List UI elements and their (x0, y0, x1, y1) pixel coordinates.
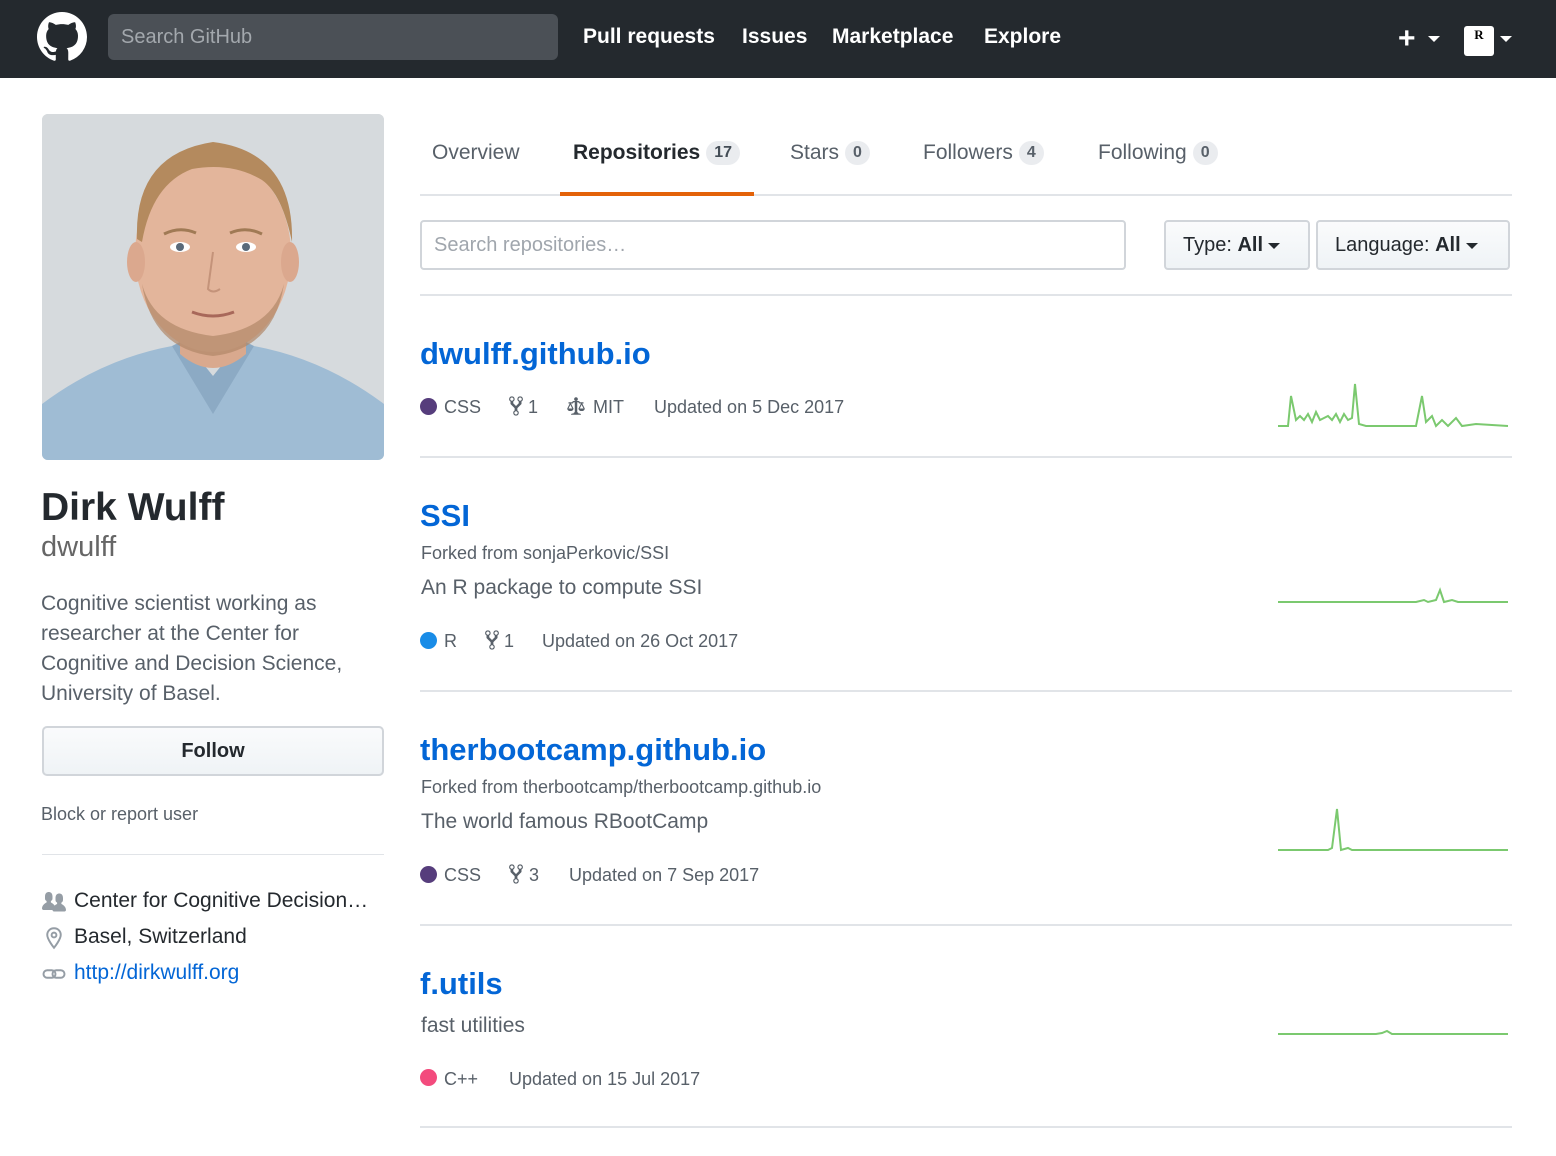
fork-icon[interactable] (507, 863, 525, 885)
tab-counter: 17 (706, 141, 740, 166)
repo-name-link[interactable]: dwulff.github.io (420, 336, 651, 372)
nav-issues[interactable]: Issues (742, 0, 807, 74)
repo-language: R (444, 631, 457, 651)
chevron-down-icon (1268, 242, 1281, 249)
repo-license: MIT (593, 397, 624, 417)
repo-name-link[interactable]: SSI (420, 498, 470, 534)
profile-website: http://dirkwulff.org (42, 958, 302, 988)
link-icon (42, 969, 66, 979)
type-filter-value: All (1237, 234, 1264, 256)
language-filter-label: Language: (1335, 234, 1430, 256)
avatar-text: R (1474, 27, 1484, 42)
divider (420, 1126, 1512, 1128)
profile-organization: Center for Cognitive Decision… (42, 886, 386, 916)
fork-count[interactable]: 3 (529, 863, 539, 887)
fork-icon[interactable] (483, 629, 501, 651)
forked-from-text[interactable]: Forked from therbootcamp/therbootcamp.gi… (421, 777, 821, 798)
profile-bio: Cognitive scientist working as researche… (41, 592, 343, 705)
create-new-icon[interactable]: + (1398, 24, 1416, 54)
tab-counter: 0 (845, 141, 870, 166)
tab-repositories[interactable]: Repositories 17 (573, 138, 740, 168)
tab-label: Overview (432, 141, 520, 164)
tab-following[interactable]: Following 0 (1098, 138, 1218, 168)
tab-counter: 4 (1018, 141, 1044, 166)
activity-sparkline (1278, 808, 1508, 852)
nav-marketplace[interactable]: Marketplace (832, 0, 953, 74)
follow-button[interactable]: Follow (42, 726, 384, 776)
location-pin-icon (46, 927, 62, 950)
tab-label: Following (1098, 141, 1187, 164)
github-logo-icon[interactable] (37, 12, 87, 62)
divider (420, 690, 1512, 692)
repo-updated: Updated on 5 Dec 2017 (654, 397, 845, 417)
nav-pull-requests[interactable]: Pull requests (583, 0, 715, 74)
repo-language: CSS (444, 865, 482, 885)
repo-description: fast utilities (421, 1014, 525, 1037)
tab-label: Stars (790, 141, 840, 164)
repo-name-link[interactable]: f.utils (420, 966, 503, 1002)
profile-fullname: Dirk Wulff (41, 486, 225, 529)
language-color-dot (420, 1069, 437, 1086)
website-link[interactable]: http://dirkwulff.org (74, 958, 239, 988)
user-avatar-menu[interactable]: R (1464, 26, 1494, 56)
language-color-dot (420, 632, 437, 649)
language-color-dot (420, 398, 437, 415)
repo-description: The world famous RBootCamp (421, 810, 709, 833)
repo-updated: Updated on 15 Jul 2017 (509, 1069, 701, 1089)
chevron-down-icon[interactable] (1500, 36, 1512, 42)
nav-explore[interactable]: Explore (984, 0, 1061, 74)
fork-icon[interactable] (507, 395, 525, 417)
tab-stars[interactable]: Stars 0 (790, 138, 870, 168)
organization-text: Center for Cognitive Decision… (74, 889, 369, 912)
chevron-down-icon[interactable] (1428, 36, 1440, 42)
language-color-dot (420, 866, 437, 883)
tab-label: Repositories (573, 141, 701, 164)
repo-description: An R package to compute SSI (421, 576, 703, 599)
organization-icon (42, 892, 66, 912)
repo-search-input[interactable]: Search repositories… (420, 220, 1126, 270)
language-filter-value: All (1435, 234, 1461, 256)
block-report-link[interactable]: Block or report user (41, 804, 198, 825)
law-scale-icon (567, 397, 585, 415)
activity-sparkline (1278, 383, 1509, 428)
divider (42, 854, 384, 855)
activity-sparkline (1278, 587, 1508, 604)
forked-from-text[interactable]: Forked from sonjaPerkovic/SSI (421, 543, 669, 564)
fork-count[interactable]: 1 (504, 629, 514, 653)
repo-language: CSS (444, 397, 482, 417)
repo-updated: Updated on 7 Sep 2017 (569, 865, 760, 885)
profile-avatar (42, 114, 384, 460)
profile-username: dwulff (41, 531, 117, 563)
chevron-down-icon (1465, 242, 1478, 249)
location-text: Basel, Switzerland (74, 925, 247, 948)
activity-sparkline (1278, 1029, 1508, 1035)
fork-count[interactable]: 1 (528, 395, 538, 419)
tab-followers[interactable]: Followers 4 (923, 138, 1044, 168)
divider (420, 924, 1512, 926)
type-filter-button[interactable]: Type: All (1164, 220, 1310, 270)
global-search-input[interactable]: Search GitHub (108, 14, 558, 60)
tab-label: Followers (923, 141, 1013, 164)
top-header: Search GitHub Pull requests Issues Marke… (0, 0, 1556, 78)
repo-updated: Updated on 26 Oct 2017 (542, 631, 739, 651)
repo-name-link[interactable]: therbootcamp.github.io (420, 732, 766, 768)
tab-overview[interactable]: Overview (432, 138, 520, 168)
profile-location: Basel, Switzerland (42, 922, 302, 952)
tab-counter: 0 (1192, 141, 1218, 166)
repo-language: C++ (444, 1069, 479, 1089)
type-filter-label: Type: (1183, 234, 1232, 256)
active-tab-indicator (560, 192, 754, 196)
divider (420, 294, 1512, 296)
language-filter-button[interactable]: Language: All (1316, 220, 1510, 270)
divider (420, 456, 1512, 458)
